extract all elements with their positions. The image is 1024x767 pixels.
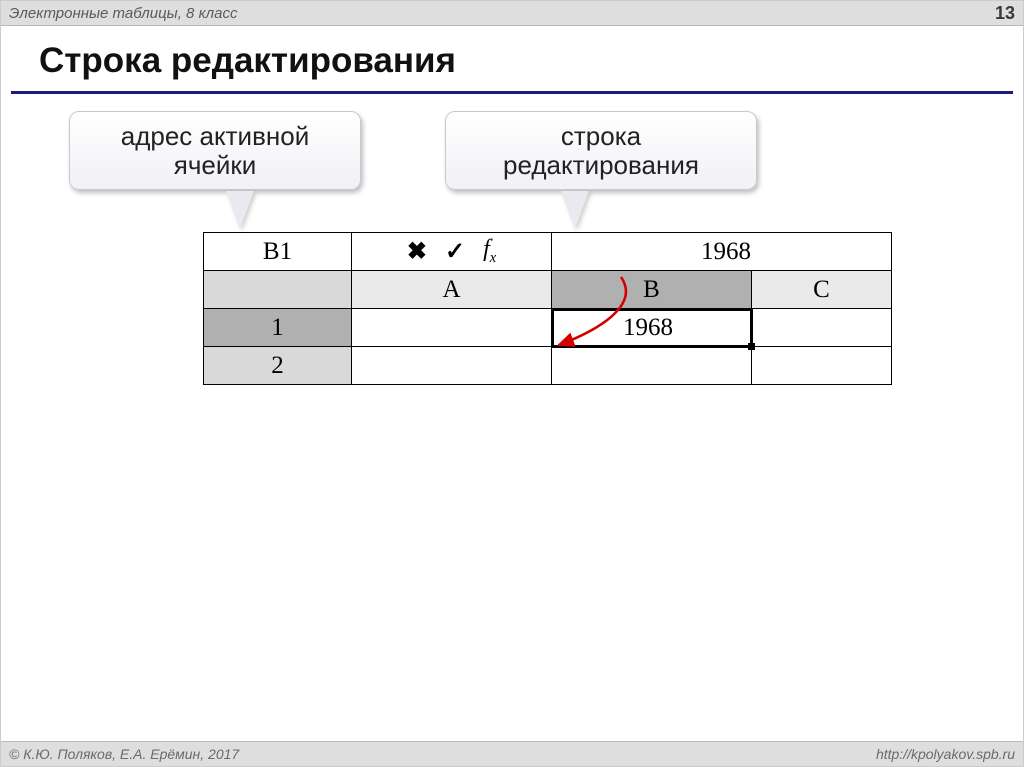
cell-b1-value: 1968 bbox=[623, 314, 673, 341]
row-header-2[interactable]: 2 bbox=[204, 347, 352, 385]
callout-address: адрес активной ячейки bbox=[69, 111, 361, 190]
slide-footer: © К.Ю. Поляков, Е.А. Ерёмин, 2017 http:/… bbox=[1, 741, 1023, 766]
callout-formula-bar: строка редактирования bbox=[445, 111, 757, 190]
spreadsheet-mock: B1 ✖ ✓ fx 1968 A B C 1 19 bbox=[203, 232, 892, 385]
col-header-a[interactable]: A bbox=[352, 271, 552, 309]
col-header-b[interactable]: B bbox=[552, 271, 752, 309]
cell-b1[interactable]: 1968 bbox=[552, 309, 752, 347]
page-number: 13 bbox=[995, 3, 1015, 24]
formula-input[interactable]: 1968 bbox=[552, 233, 892, 271]
corner-cell[interactable] bbox=[204, 271, 352, 309]
formula-bar-buttons: ✖ ✓ fx bbox=[352, 233, 552, 271]
row-header-1[interactable]: 1 bbox=[204, 309, 352, 347]
title-underline bbox=[11, 91, 1013, 94]
fx-icon[interactable]: fx bbox=[483, 236, 496, 267]
callout-formula-bar-tail bbox=[561, 191, 589, 229]
footer-url: http://kpolyakov.spb.ru bbox=[876, 746, 1015, 762]
cell-a1[interactable] bbox=[352, 309, 552, 347]
name-box[interactable]: B1 bbox=[204, 233, 352, 271]
cancel-icon[interactable]: ✖ bbox=[407, 237, 427, 266]
slide-title: Строка редактирования bbox=[39, 41, 456, 81]
copyright: © К.Ю. Поляков, Е.А. Ерёмин, 2017 bbox=[9, 746, 239, 762]
callout-address-tail bbox=[226, 191, 254, 229]
cell-a2[interactable] bbox=[352, 347, 552, 385]
topic-label: Электронные таблицы, 8 класс bbox=[9, 5, 237, 22]
cell-c2[interactable] bbox=[752, 347, 892, 385]
fill-handle[interactable] bbox=[748, 343, 755, 350]
cell-b2[interactable] bbox=[552, 347, 752, 385]
slide-header: Электронные таблицы, 8 класс 13 bbox=[1, 1, 1023, 26]
confirm-icon[interactable]: ✓ bbox=[445, 237, 465, 266]
cell-c1[interactable] bbox=[752, 309, 892, 347]
col-header-c[interactable]: C bbox=[752, 271, 892, 309]
